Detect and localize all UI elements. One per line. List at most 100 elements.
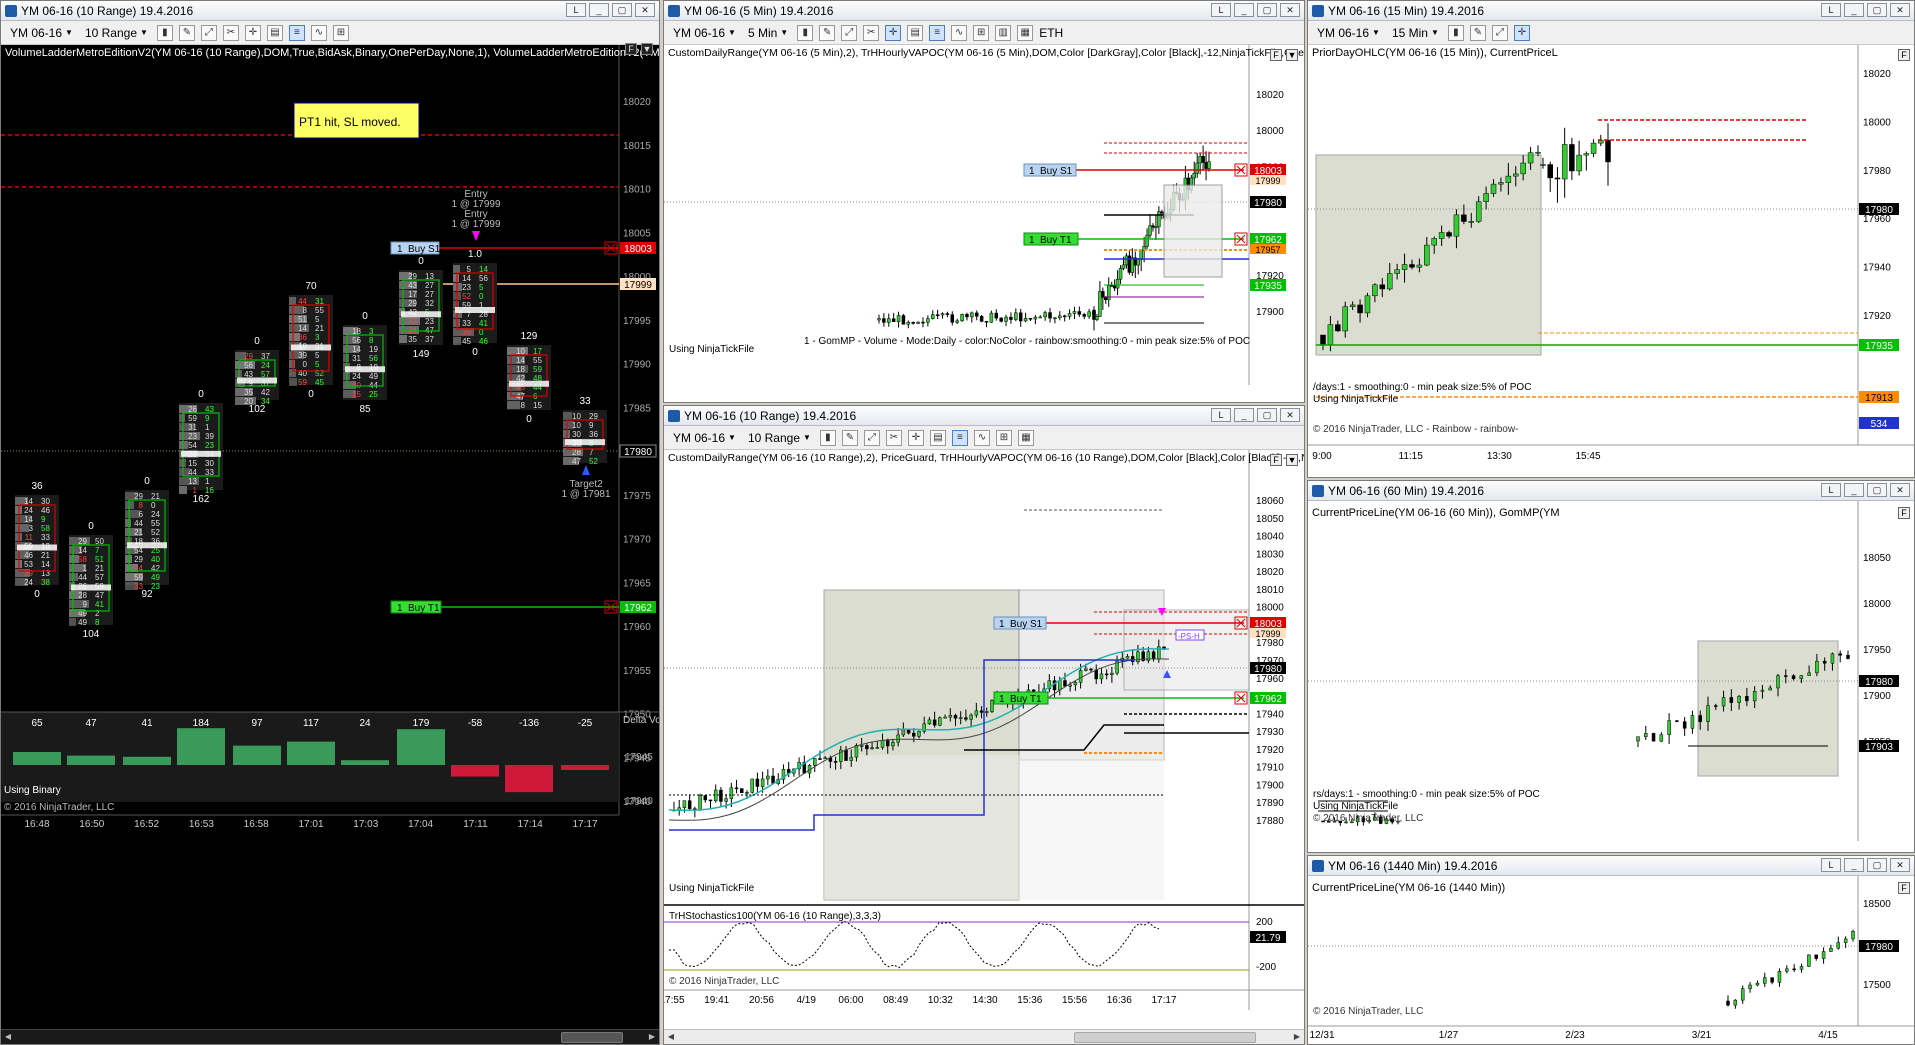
color-bars-icon[interactable]: ▥ — [995, 24, 1012, 41]
close-button[interactable]: ✕ — [1280, 3, 1300, 17]
restore-icon[interactable]: L — [1821, 483, 1841, 497]
scroll-thumb[interactable] — [561, 1032, 623, 1043]
ten-range-scrollbar[interactable]: ◀ ▶ — [664, 1029, 1304, 1044]
ten-range-chart-area[interactable]: CustomDailyRange(YM 06-16 (10 Range),2),… — [664, 450, 1304, 1044]
instrument-selector[interactable]: YM 06-16 ▼ — [1314, 26, 1383, 40]
zoom-icon[interactable]: ⤢ — [863, 429, 880, 446]
maximize-button[interactable]: ▢ — [1257, 408, 1277, 422]
properties-icon[interactable]: ▤ — [266, 24, 283, 41]
close-button[interactable]: ✕ — [635, 3, 655, 17]
minimize-button[interactable]: _ — [1234, 408, 1254, 422]
crosshair-icon[interactable]: ✛ — [907, 429, 924, 446]
fifteen-min-titlebar[interactable]: YM 06-16 (15 Min) 19.4.2016 L _ ▢ ✕ — [1308, 1, 1914, 21]
order-target-tag[interactable]: 1 Buy T1 — [390, 600, 442, 614]
dropdown-icon[interactable]: ▼ — [1286, 49, 1298, 61]
instrument-selector[interactable]: YM 06-16 ▼ — [670, 431, 739, 445]
instrument-selector[interactable]: YM 06-16 ▼ — [670, 26, 739, 40]
fullscreen-icon[interactable]: F — [1898, 49, 1910, 61]
five-min-titlebar[interactable]: YM 06-16 (5 Min) 19.4.2016 L _ ▢ ✕ — [664, 1, 1304, 21]
ladder-scrollbar[interactable]: ◀ ▶ — [1, 1029, 659, 1044]
fullscreen-icon[interactable]: F — [1270, 454, 1282, 466]
chart-trader-icon[interactable]: ≡ — [288, 24, 305, 41]
draw-tool-icon[interactable]: ✎ — [178, 24, 195, 41]
tile-icon[interactable]: ▦ — [1017, 429, 1034, 446]
five-min-chart-area[interactable]: CustomDailyRange(YM 06-16 (5 Min),2), Tr… — [664, 45, 1304, 402]
crosshair-icon[interactable]: ✛ — [244, 24, 261, 41]
crosshair-icon[interactable]: ✛ — [1513, 24, 1530, 41]
strategies-icon[interactable]: ⊞ — [332, 24, 349, 41]
period-selector[interactable]: 10 Range ▼ — [745, 431, 814, 445]
restore-icon[interactable]: L — [1211, 408, 1231, 422]
fifteen-min-chart-area[interactable]: PriorDayOHLC(YM 06-16 (15 Min)), Current… — [1308, 45, 1914, 477]
scroll-right-icon[interactable]: ▶ — [645, 1030, 659, 1043]
pan-icon[interactable]: ✂ — [222, 24, 239, 41]
bar-type-icon[interactable]: ▮ — [797, 24, 814, 41]
zoom-icon[interactable]: ⤢ — [841, 24, 858, 41]
ladder-chart-area[interactable]: VolumeLadderMetroEditionV2(YM 06-16 (10 … — [1, 43, 659, 1044]
minimize-button[interactable]: _ — [1844, 483, 1864, 497]
session-label[interactable]: ETH — [1039, 26, 1063, 40]
dropdown-icon[interactable]: ▼ — [1286, 454, 1298, 466]
order-target-tag[interactable]: 1 Buy T1 — [1023, 232, 1079, 246]
chart-trader-icon[interactable]: ≡ — [929, 24, 946, 41]
properties-icon[interactable]: ▤ — [907, 24, 924, 41]
dropdown-icon[interactable]: ▼ — [641, 43, 653, 55]
close-button[interactable]: ✕ — [1280, 408, 1300, 422]
period-selector[interactable]: 10 Range ▼ — [82, 26, 151, 40]
crosshair-icon[interactable]: ✛ — [885, 24, 902, 41]
restore-icon[interactable]: L — [566, 3, 586, 17]
scroll-left-icon[interactable]: ◀ — [1, 1030, 15, 1043]
draw-tool-icon[interactable]: ✎ — [819, 24, 836, 41]
instrument-selector[interactable]: YM 06-16 ▼ — [7, 26, 76, 40]
maximize-button[interactable]: ▢ — [1867, 483, 1887, 497]
order-stop-tag[interactable]: 1 Buy S1 — [993, 616, 1047, 630]
maximize-button[interactable]: ▢ — [1867, 858, 1887, 872]
strategies-icon[interactable]: ⊞ — [995, 429, 1012, 446]
tile-icon[interactable]: ▦ — [1017, 24, 1034, 41]
draw-tool-icon[interactable]: ✎ — [841, 429, 858, 446]
restore-icon[interactable]: L — [1211, 3, 1231, 17]
zoom-icon[interactable]: ⤢ — [200, 24, 217, 41]
maximize-button[interactable]: ▢ — [612, 3, 632, 17]
indicators-icon[interactable]: ∿ — [973, 429, 990, 446]
scroll-left-icon[interactable]: ◀ — [664, 1030, 678, 1043]
maximize-button[interactable]: ▢ — [1257, 3, 1277, 17]
sixty-min-titlebar[interactable]: YM 06-16 (60 Min) 19.4.2016 L _ ▢ ✕ — [1308, 481, 1914, 501]
pan-icon[interactable]: ✂ — [863, 24, 880, 41]
scroll-thumb[interactable] — [1074, 1032, 1256, 1043]
minimize-button[interactable]: _ — [589, 3, 609, 17]
fullscreen-icon[interactable]: F — [625, 43, 637, 55]
pan-icon[interactable]: ✂ — [885, 429, 902, 446]
scroll-right-icon[interactable]: ▶ — [1290, 1030, 1304, 1043]
bar-type-icon[interactable]: ▮ — [1447, 24, 1464, 41]
ten-range-titlebar[interactable]: YM 06-16 (10 Range) 19.4.2016 L _ ▢ ✕ — [664, 406, 1304, 426]
zoom-icon[interactable]: ⤢ — [1491, 24, 1508, 41]
close-button[interactable]: ✕ — [1890, 858, 1910, 872]
maximize-button[interactable]: ▢ — [1867, 3, 1887, 17]
fullscreen-icon[interactable]: F — [1898, 882, 1910, 894]
daily-chart-area[interactable]: CurrentPriceLine(YM 06-16 (1440 Min)) F … — [1308, 876, 1914, 1044]
sixty-min-chart-area[interactable]: CurrentPriceLine(YM 06-16 (60 Min)), Gom… — [1308, 501, 1914, 852]
restore-icon[interactable]: L — [1821, 858, 1841, 872]
fullscreen-icon[interactable]: F — [1270, 49, 1282, 61]
daily-titlebar[interactable]: YM 06-16 (1440 Min) 19.4.2016 L _ ▢ ✕ — [1308, 856, 1914, 876]
properties-icon[interactable]: ▤ — [929, 429, 946, 446]
order-stop-tag[interactable]: 1 Buy S1 — [1023, 163, 1077, 177]
period-selector[interactable]: 15 Min ▼ — [1389, 26, 1442, 40]
bar-type-icon[interactable]: ▮ — [156, 24, 173, 41]
period-selector[interactable]: 5 Min ▼ — [745, 26, 791, 40]
indicators-icon[interactable]: ∿ — [310, 24, 327, 41]
draw-tool-icon[interactable]: ✎ — [1469, 24, 1486, 41]
order-target-tag[interactable]: 1 Buy T1 — [993, 691, 1049, 705]
fullscreen-icon[interactable]: F — [1898, 507, 1910, 519]
close-button[interactable]: ✕ — [1890, 3, 1910, 17]
bar-type-icon[interactable]: ▮ — [819, 429, 836, 446]
minimize-button[interactable]: _ — [1844, 858, 1864, 872]
chart-trader-icon[interactable]: ≡ — [951, 429, 968, 446]
ladder-titlebar[interactable]: YM 06-16 (10 Range) 19.4.2016 L _ ▢ ✕ — [1, 1, 659, 21]
restore-icon[interactable]: L — [1821, 3, 1841, 17]
minimize-button[interactable]: _ — [1234, 3, 1254, 17]
strategies-icon[interactable]: ⊞ — [973, 24, 990, 41]
indicators-icon[interactable]: ∿ — [951, 24, 968, 41]
order-stop-tag[interactable]: 1 Buy S1 — [390, 241, 441, 255]
